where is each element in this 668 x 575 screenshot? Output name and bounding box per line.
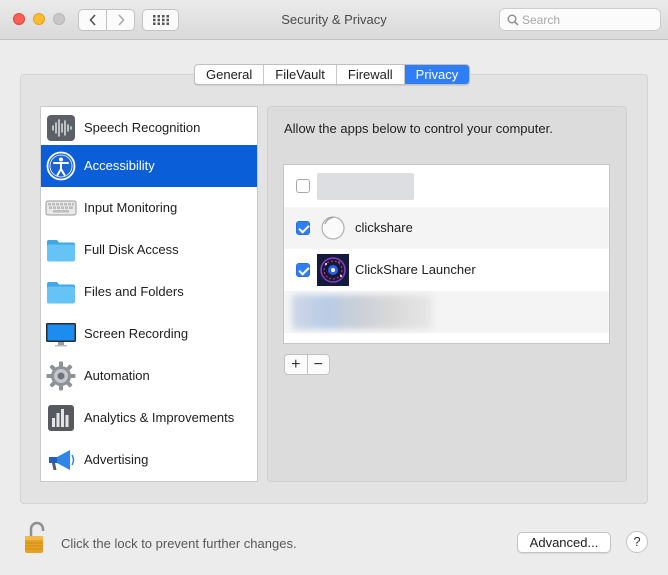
search-input[interactable] bbox=[522, 11, 656, 28]
sidebar-item-input-monitoring[interactable]: Input Monitoring bbox=[41, 187, 257, 229]
tab-filevault[interactable]: FileVault bbox=[263, 65, 336, 84]
sidebar-item-label: Advertising bbox=[84, 452, 149, 467]
sidebar-item-accessibility[interactable]: Accessibility bbox=[41, 145, 257, 187]
keyboard-icon bbox=[45, 200, 77, 216]
waveform-icon bbox=[47, 115, 75, 141]
help-button[interactable]: ? bbox=[626, 531, 648, 553]
gear-icon bbox=[46, 361, 76, 391]
sidebar-item-files-and-folders[interactable]: Files and Folders bbox=[41, 271, 257, 313]
sidebar-item-analytics-improvements[interactable]: Analytics & Improvements bbox=[41, 397, 257, 439]
app-checkbox[interactable] bbox=[296, 179, 310, 193]
tab-firewall[interactable]: Firewall bbox=[335, 65, 404, 84]
search-field[interactable] bbox=[499, 8, 661, 31]
app-checkbox[interactable] bbox=[296, 263, 310, 277]
megaphone-icon bbox=[49, 450, 75, 470]
list-item[interactable] bbox=[284, 165, 609, 207]
lock-icon[interactable] bbox=[22, 521, 50, 555]
sidebar-item-advertising[interactable]: Advertising bbox=[41, 439, 257, 481]
sidebar-item-label: Accessibility bbox=[84, 158, 155, 173]
sidebar-item-label: Analytics & Improvements bbox=[84, 410, 235, 425]
app-list: clickshare ClickShare Launcher bbox=[283, 164, 610, 344]
sidebar-item-automation[interactable]: Automation bbox=[41, 355, 257, 397]
sidebar-item-label: Input Monitoring bbox=[84, 200, 178, 215]
sidebar-item-full-disk-access[interactable]: Full Disk Access bbox=[41, 229, 257, 271]
app-name: clickshare bbox=[355, 220, 413, 235]
remove-app-button[interactable]: − bbox=[306, 355, 330, 374]
clickshare-app-icon bbox=[321, 216, 345, 240]
sidebar-item-label: Speech Recognition bbox=[84, 120, 201, 135]
accessibility-icon bbox=[46, 151, 76, 181]
lock-status-text: Click the lock to prevent further change… bbox=[61, 536, 297, 551]
list-item[interactable]: clickshare bbox=[284, 207, 609, 249]
pane-description: Allow the apps below to control your com… bbox=[284, 121, 553, 136]
app-name: ClickShare Launcher bbox=[355, 262, 476, 277]
privacy-category-list: Speech Recognition Accessibility Input M… bbox=[40, 106, 258, 482]
redacted-app-name bbox=[317, 173, 414, 200]
sidebar-item-label: Automation bbox=[84, 368, 150, 383]
tab-privacy[interactable]: Privacy bbox=[403, 65, 470, 84]
tab-bar: General FileVault Firewall Privacy bbox=[194, 64, 471, 85]
sidebar-item-label: Files and Folders bbox=[84, 284, 184, 299]
folder-icon bbox=[47, 240, 75, 262]
title-bar: Security & Privacy bbox=[0, 0, 668, 40]
sidebar-item-label: Screen Recording bbox=[84, 326, 189, 341]
tab-general[interactable]: General bbox=[195, 65, 263, 84]
app-checkbox[interactable] bbox=[296, 221, 310, 235]
search-icon bbox=[507, 14, 519, 26]
add-remove-group: + − bbox=[284, 354, 330, 375]
folder-icon bbox=[47, 282, 75, 304]
clickshare-launcher-app-icon bbox=[317, 254, 349, 286]
sidebar-item-label: Full Disk Access bbox=[84, 242, 179, 257]
list-item[interactable] bbox=[284, 291, 609, 333]
sidebar-item-speech-recognition[interactable]: Speech Recognition bbox=[41, 107, 257, 149]
monitor-icon bbox=[46, 323, 76, 347]
sidebar-item-screen-recording[interactable]: Screen Recording bbox=[41, 313, 257, 355]
bar-chart-icon bbox=[48, 405, 74, 431]
add-app-button[interactable]: + bbox=[285, 355, 307, 374]
advanced-button[interactable]: Advanced... bbox=[517, 532, 611, 553]
redacted-app-entry bbox=[292, 295, 432, 329]
list-item[interactable]: ClickShare Launcher bbox=[284, 249, 609, 291]
